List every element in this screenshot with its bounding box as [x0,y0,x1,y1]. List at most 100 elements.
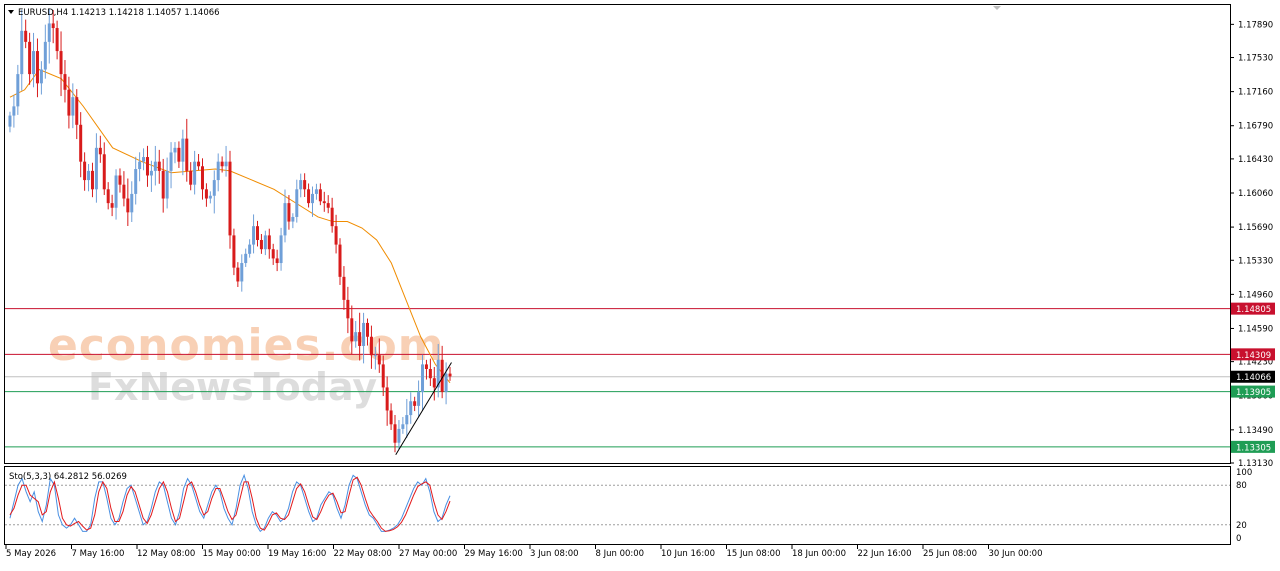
candle-body[interactable] [428,369,432,379]
candle-body[interactable] [83,161,87,181]
candle-body[interactable] [279,235,283,264]
candle-body[interactable] [181,138,185,162]
candle-body[interactable] [358,332,362,346]
candle-body[interactable] [299,180,303,190]
candle-body[interactable] [204,189,208,199]
candle-body[interactable] [330,207,334,227]
candle-body[interactable] [149,170,153,176]
candle-body[interactable] [322,201,326,204]
candle-body[interactable] [397,428,401,443]
candle-body[interactable] [75,97,79,125]
candle-body[interactable] [142,157,146,162]
candle-body[interactable] [267,235,271,250]
candle-body[interactable] [130,193,134,213]
candle-body[interactable] [200,166,204,190]
candle-body[interactable] [244,253,248,264]
candle-body[interactable] [165,170,169,199]
candle-body[interactable] [314,189,318,194]
candle-body[interactable] [252,226,256,245]
candle-body[interactable] [87,170,91,181]
candle-body[interactable] [71,97,75,116]
candle-body[interactable] [20,30,24,75]
candle-body[interactable] [346,299,350,319]
candle-body[interactable] [307,189,311,204]
candle-body[interactable] [189,170,193,185]
candle-body[interactable] [153,161,157,171]
candle-body[interactable] [291,216,295,222]
candle-body[interactable] [444,373,448,393]
candle-body[interactable] [385,387,389,411]
candle-body[interactable] [318,189,322,202]
candle-body[interactable] [334,226,338,245]
candle-body[interactable] [197,161,201,167]
candle-body[interactable] [212,180,216,196]
candle-body[interactable] [236,267,240,282]
candle-body[interactable] [362,322,366,346]
candle-body[interactable] [248,244,252,254]
chart-canvas[interactable]: economies.com FxNewsToday 1.17890 1.17530… [0,0,1280,567]
candle-body[interactable] [110,203,114,208]
candle-body[interactable] [134,169,138,194]
candle-body[interactable] [342,276,346,300]
candle-body[interactable] [295,189,299,217]
candle-body[interactable] [369,336,373,356]
candle-body[interactable] [102,154,106,190]
candle-body[interactable] [389,410,393,425]
candle-body[interactable] [161,170,165,199]
candle-body[interactable] [90,170,94,190]
candle-body[interactable] [126,198,130,213]
candle-body[interactable] [173,147,177,153]
candle-body[interactable] [424,364,428,370]
candle-body[interactable] [118,175,122,185]
candle-body[interactable] [122,184,126,199]
candle-body[interactable] [275,258,279,264]
candle-body[interactable] [32,51,36,75]
candle-body[interactable] [354,332,358,342]
candle-body[interactable] [216,161,220,181]
candle-body[interactable] [377,355,381,365]
candle-body[interactable] [405,415,409,425]
candle-body[interactable] [145,157,149,176]
candle-body[interactable] [326,203,330,208]
candle-body[interactable] [232,235,236,268]
candle-body[interactable] [381,364,385,388]
candle-body[interactable] [24,30,28,42]
candle-body[interactable] [409,401,413,416]
candle-body[interactable] [283,203,287,236]
candle-body[interactable] [373,355,377,357]
candle-body[interactable] [271,249,275,259]
candle-body[interactable] [338,244,342,277]
candle-body[interactable] [98,147,102,155]
candle-body[interactable] [193,161,197,185]
candle-body[interactable] [287,203,291,222]
candle-body[interactable] [185,138,189,171]
candle-body[interactable] [303,180,307,190]
candle-body[interactable] [263,235,267,250]
candle-body[interactable] [350,318,354,342]
candle-body[interactable] [94,147,98,190]
candle-body[interactable] [228,161,232,236]
candle-body[interactable] [311,193,314,204]
candle-body[interactable] [255,226,259,240]
candle-body[interactable] [169,152,173,171]
candle-body[interactable] [43,41,47,70]
candle-body[interactable] [393,424,397,443]
candle-body[interactable] [240,263,244,282]
candle-body[interactable] [224,161,228,167]
candle-body[interactable] [16,74,20,107]
candle-body[interactable] [51,23,55,29]
candle-body[interactable] [39,69,43,84]
candle-body[interactable] [157,161,161,171]
candle-body[interactable] [401,424,405,429]
candle-body[interactable] [55,28,59,52]
candle-body[interactable] [208,195,212,199]
candle-body[interactable] [8,115,12,127]
candle-body[interactable] [177,147,181,162]
candle-body[interactable] [366,322,370,337]
candle-body[interactable] [67,89,71,116]
candle-body[interactable] [35,51,39,84]
candle-body[interactable] [63,74,67,90]
candle-body[interactable] [259,239,263,250]
candle-body[interactable] [47,23,51,42]
candle-body[interactable] [220,161,224,167]
